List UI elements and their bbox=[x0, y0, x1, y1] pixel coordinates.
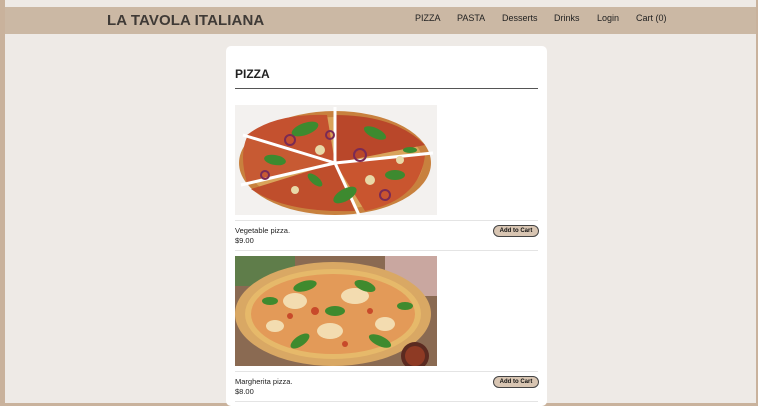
item-price: $9.00 bbox=[235, 236, 254, 245]
vegetable-pizza-image bbox=[235, 105, 437, 215]
nav-drinks-link[interactable]: Drinks bbox=[554, 13, 580, 23]
item-divider bbox=[235, 250, 538, 251]
add-to-cart-button[interactable]: Add to Cart bbox=[493, 376, 539, 388]
section-title: PIZZA bbox=[235, 67, 270, 81]
item-name: Vegetable pizza. bbox=[235, 226, 291, 235]
item-divider bbox=[235, 401, 538, 402]
nav-desserts-link[interactable]: Desserts bbox=[502, 13, 538, 23]
item-name: Margherita pizza. bbox=[235, 377, 293, 386]
page: LA TAVOLA ITALIANA PIZZA PASTA Desserts … bbox=[5, 0, 756, 406]
margherita-pizza-image bbox=[235, 256, 437, 366]
nav-pasta-link[interactable]: PASTA bbox=[457, 13, 485, 23]
item-price: $8.00 bbox=[235, 387, 254, 396]
item-divider bbox=[235, 220, 538, 221]
title-divider bbox=[235, 88, 538, 89]
menu-card: PIZZA Vegetable pizza. $9.00 Add to Cart… bbox=[226, 46, 547, 406]
nav-links: PIZZA PASTA Desserts Drinks Login Cart (… bbox=[5, 13, 756, 27]
nav-login-link[interactable]: Login bbox=[597, 13, 619, 23]
nav-cart-link[interactable]: Cart (0) bbox=[636, 13, 667, 23]
add-to-cart-button[interactable]: Add to Cart bbox=[493, 225, 539, 237]
navbar: LA TAVOLA ITALIANA PIZZA PASTA Desserts … bbox=[5, 7, 756, 34]
nav-pizza-link[interactable]: PIZZA bbox=[415, 13, 441, 23]
item-divider bbox=[235, 371, 538, 372]
